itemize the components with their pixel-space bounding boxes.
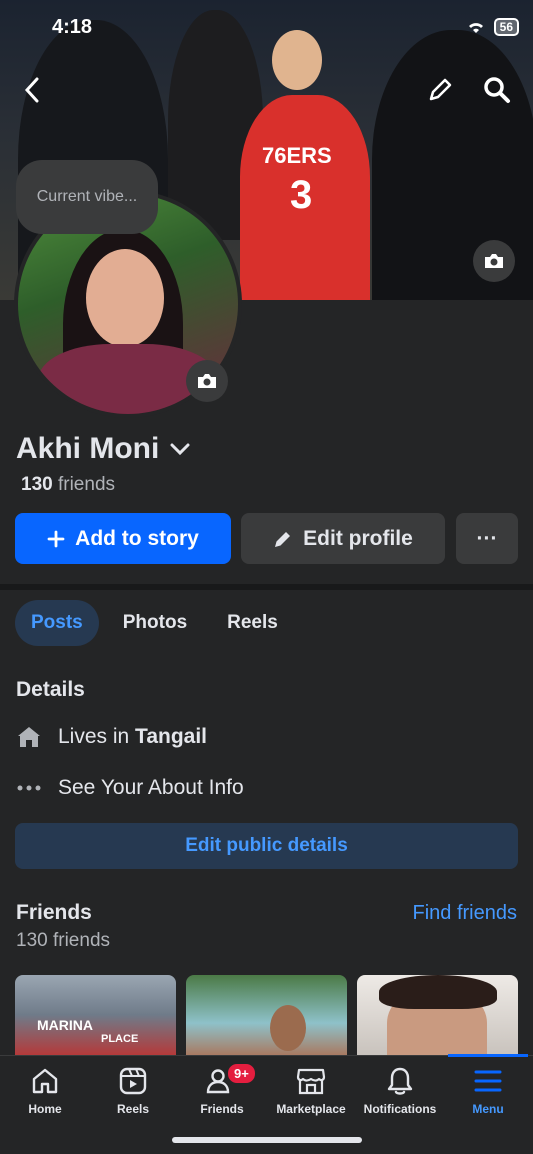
pencil-icon (429, 78, 452, 101)
chevron-down-icon[interactable] (169, 442, 191, 456)
nav-home-label: Home (28, 1102, 62, 1116)
friend-card-1-caption: MARINA (37, 1017, 93, 1033)
profile-name-row[interactable]: Akhi Moni (16, 432, 191, 466)
nav-friends-label: Friends (200, 1102, 244, 1116)
current-vibe-bubble[interactable]: Current vibe... (16, 160, 158, 234)
friends-count-number: 130 (21, 474, 53, 495)
about-info-label: See Your About Info (58, 776, 244, 799)
home-indicator (172, 1137, 362, 1143)
profile-tabs: Posts Photos Reels (15, 600, 294, 646)
friend-card-2[interactable] (186, 975, 347, 1055)
friends-badge: 9+ (226, 1062, 257, 1085)
nav-friends[interactable]: 9+ Friends (177, 1062, 267, 1116)
find-friends-link[interactable]: Find friends (413, 902, 518, 925)
search-button[interactable] (480, 74, 514, 106)
nav-marketplace[interactable]: Marketplace (266, 1066, 356, 1116)
more-icon: ··· (476, 526, 498, 550)
nav-reels[interactable]: Reels (88, 1066, 178, 1116)
more-options-button[interactable]: ··· (456, 513, 518, 564)
tab-posts[interactable]: Posts (15, 600, 99, 646)
friends-subcount: 130 friends (16, 930, 111, 951)
status-time: 4:18 (52, 16, 93, 38)
cover-jersey: 76ERS 3 (240, 95, 370, 300)
menu-icon (474, 1070, 502, 1092)
avatar-camera-button[interactable] (186, 360, 228, 402)
nav-menu[interactable]: Menu (443, 1066, 533, 1116)
jersey-number: 3 (290, 173, 313, 217)
avatar-face (86, 249, 164, 347)
nav-home[interactable]: Home (0, 1066, 90, 1116)
friends-heading: Friends (16, 901, 92, 924)
home-icon (18, 727, 40, 747)
camera-icon (485, 254, 503, 268)
friend-card-2-face (270, 1005, 306, 1051)
tab-photos[interactable]: Photos (107, 600, 203, 646)
nav-notifications-label: Notifications (363, 1102, 437, 1116)
tab-reels[interactable]: Reels (211, 600, 294, 646)
friends-count[interactable]: 130 friends (21, 474, 115, 496)
friend-card-3[interactable] (357, 975, 518, 1055)
edit-profile-label: Edit profile (303, 526, 413, 550)
add-to-story-label: Add to story (75, 526, 199, 550)
edit-cover-button[interactable] (424, 74, 456, 106)
lives-in-prefix: Lives in (58, 725, 130, 748)
status-icons: 56 (466, 18, 519, 36)
camera-icon (198, 374, 216, 388)
wifi-icon (468, 23, 483, 33)
nav-marketplace-label: Marketplace (276, 1102, 346, 1116)
marketplace-icon (296, 1068, 326, 1095)
edit-profile-button[interactable]: Edit profile (241, 513, 445, 564)
home-icon (32, 1068, 58, 1094)
pencil-icon (275, 531, 291, 547)
lives-in-row[interactable]: Lives in Tangail (16, 725, 207, 749)
about-info-row[interactable]: See Your About Info (16, 776, 244, 800)
profile-name: Akhi Moni (16, 432, 160, 465)
back-button[interactable] (18, 74, 46, 106)
search-icon (484, 77, 510, 103)
friend-card-1-caption-2: PLACE (101, 1033, 139, 1045)
lives-in-city: Tangail (135, 725, 207, 748)
cover-face (272, 30, 322, 90)
nav-notifications[interactable]: Notifications (355, 1066, 445, 1116)
add-to-story-button[interactable]: Add to story (15, 513, 231, 564)
details-heading: Details (16, 678, 85, 701)
plus-icon (47, 530, 65, 547)
more-dots-icon (17, 785, 41, 791)
edit-public-details-button[interactable]: Edit public details (15, 823, 518, 869)
reels-icon (119, 1067, 147, 1095)
battery-indicator: 56 (493, 18, 519, 36)
active-tab-indicator (448, 1054, 528, 1057)
nav-menu-label: Menu (472, 1102, 504, 1116)
friend-card-3-hair (379, 975, 497, 1009)
cover-camera-button[interactable] (473, 240, 515, 282)
chevron-left-icon (24, 77, 39, 103)
friends-count-label: friends (57, 474, 116, 495)
jersey-text: 76ERS (262, 143, 332, 168)
bell-icon (387, 1067, 413, 1095)
nav-reels-label: Reels (116, 1102, 150, 1116)
section-divider (0, 584, 533, 590)
friend-card-1[interactable]: MARINA PLACE (15, 975, 176, 1055)
